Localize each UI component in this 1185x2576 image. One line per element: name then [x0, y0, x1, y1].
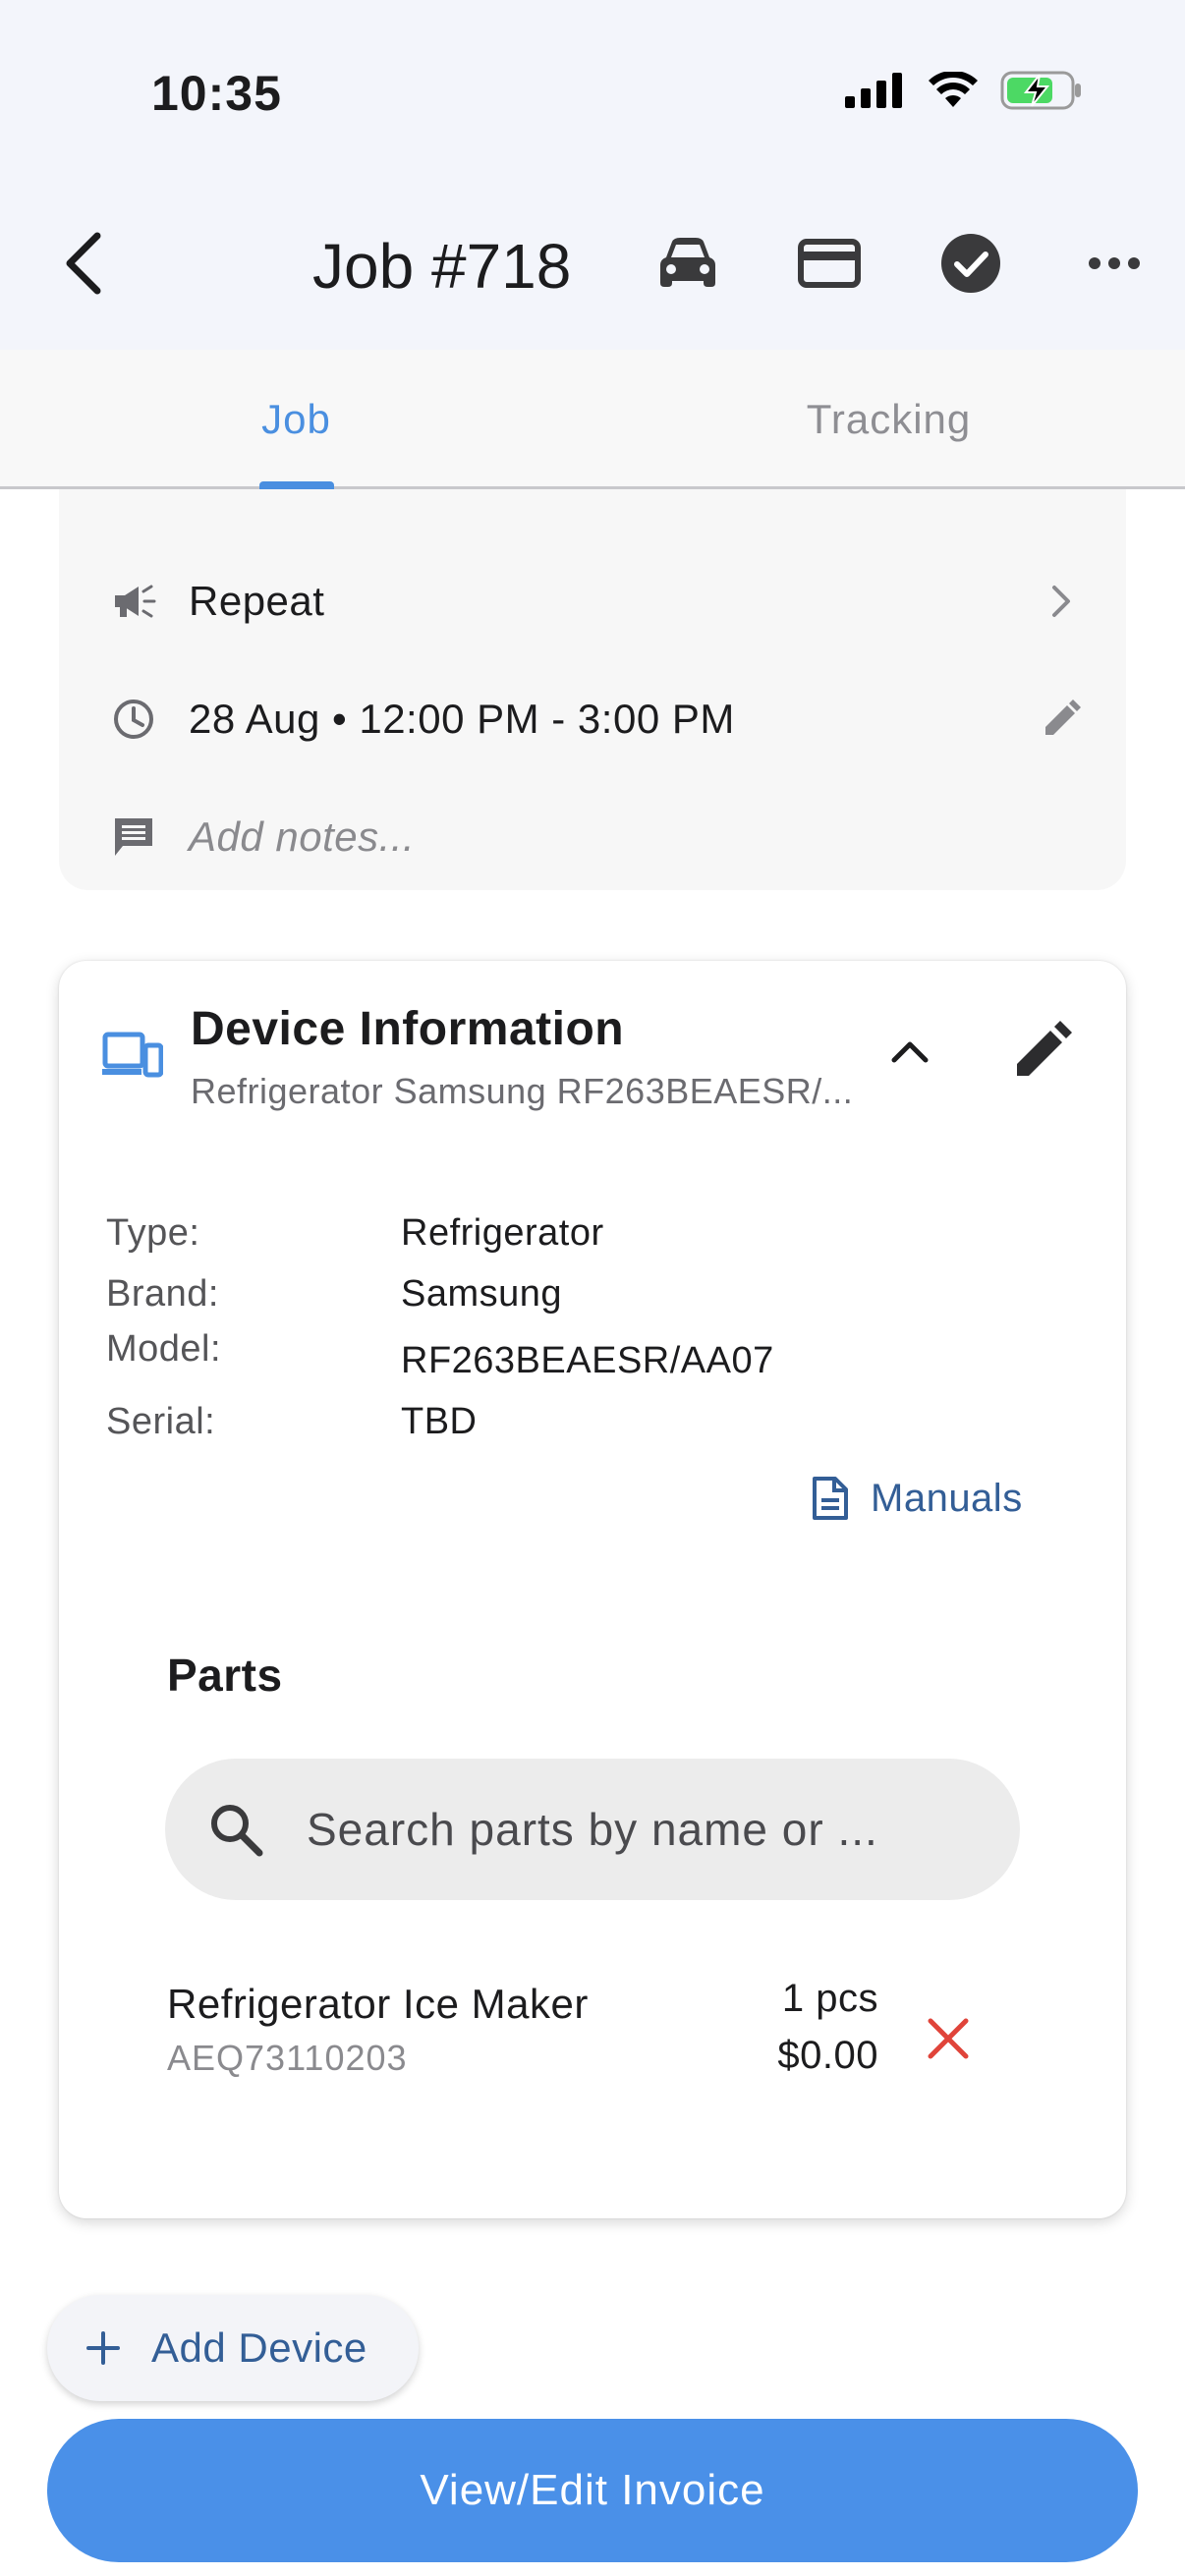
clock-icon — [108, 694, 159, 745]
device-summary: Refrigerator Samsung RF263BEAESR/... — [191, 1071, 854, 1111]
plus-icon — [86, 2331, 120, 2365]
part-quantity: 1 pcs — [781, 1977, 878, 2020]
manuals-button[interactable]: Manuals — [812, 1464, 1023, 1533]
spec-value-model: RF263BEAESR/AA07 — [401, 1340, 774, 1381]
navigation-bar — [0, 196, 1185, 350]
lead-source-row[interactable]: Repeat — [108, 562, 1091, 641]
close-icon — [928, 2018, 969, 2059]
car-button[interactable] — [652, 228, 723, 299]
schedule-row: 28 Aug • 12:00 PM - 3:00 PM — [108, 680, 1091, 758]
more-icon — [1089, 257, 1140, 269]
device-section-title: Device Information — [191, 1003, 625, 1055]
more-button[interactable] — [1079, 228, 1150, 299]
edit-schedule-button[interactable] — [1032, 690, 1091, 749]
notes-placeholder: Add notes... — [189, 813, 416, 860]
tab-job[interactable]: Job — [0, 350, 592, 489]
notes-row[interactable]: Add notes... — [108, 798, 1091, 876]
payment-button[interactable] — [794, 228, 865, 299]
job-summary-card: Repeat 28 Aug • 12:00 PM - 3:00 PM Add n… — [59, 489, 1126, 890]
parts-search-bar[interactable] — [165, 1759, 1020, 1900]
battery-icon — [1000, 71, 1083, 115]
megaphone-icon — [108, 576, 159, 627]
view-edit-invoice-button[interactable]: View/Edit Invoice — [47, 2419, 1138, 2562]
pencil-icon — [1017, 1021, 1072, 1076]
pencil-icon — [1045, 700, 1081, 735]
back-icon — [66, 232, 101, 295]
complete-button[interactable] — [935, 228, 1006, 299]
check-circle-icon — [941, 234, 1000, 293]
spec-value-serial: TBD — [401, 1401, 478, 1442]
part-name: Refrigerator Ice Maker — [167, 1981, 589, 2027]
devices-icon — [102, 1032, 163, 1078]
status-icons — [845, 70, 1083, 115]
back-button[interactable] — [49, 224, 118, 303]
wifi-icon — [928, 70, 979, 114]
schedule-text: 28 Aug • 12:00 PM - 3:00 PM — [189, 696, 735, 742]
collapse-button[interactable] — [880, 1022, 939, 1081]
status-time: 10:35 — [151, 66, 282, 121]
tab-indicator — [259, 481, 334, 489]
status-bar: 10:35 — [0, 0, 1185, 196]
device-information-card: Device Information Refrigerator Samsung … — [59, 961, 1126, 2218]
signal-icon — [845, 73, 906, 113]
part-price: $0.00 — [777, 2034, 878, 2077]
car-icon — [660, 238, 715, 287]
remove-part-button[interactable] — [914, 2004, 983, 2073]
part-code: AEQ73110203 — [167, 2038, 408, 2078]
chevron-up-icon — [891, 1041, 929, 1063]
spec-value-type: Refrigerator — [401, 1212, 604, 1254]
chevron-right-icon — [1032, 572, 1091, 631]
tab-tracking[interactable]: Tracking — [592, 350, 1185, 489]
edit-device-button[interactable] — [1008, 1016, 1077, 1085]
spec-value-brand: Samsung — [401, 1273, 563, 1315]
parts-search-input[interactable] — [307, 1803, 955, 1856]
lead-source-text: Repeat — [189, 578, 325, 624]
tab-bar: Job Tracking — [0, 350, 1185, 489]
add-device-label: Add Device — [151, 2324, 367, 2371]
page-title: Job #718 — [312, 231, 572, 302]
spec-label-model: Model: — [106, 1328, 222, 1370]
spec-label-serial: Serial: — [106, 1401, 216, 1442]
document-icon — [813, 1477, 848, 1520]
spec-label-brand: Brand: — [106, 1273, 219, 1315]
parts-title: Parts — [167, 1650, 283, 1701]
add-device-button[interactable]: Add Device — [47, 2295, 419, 2401]
manuals-label: Manuals — [871, 1476, 1023, 1520]
credit-card-icon — [798, 239, 861, 288]
search-icon — [204, 1798, 267, 1861]
comment-icon — [108, 812, 159, 863]
spec-label-type: Type: — [106, 1212, 200, 1254]
